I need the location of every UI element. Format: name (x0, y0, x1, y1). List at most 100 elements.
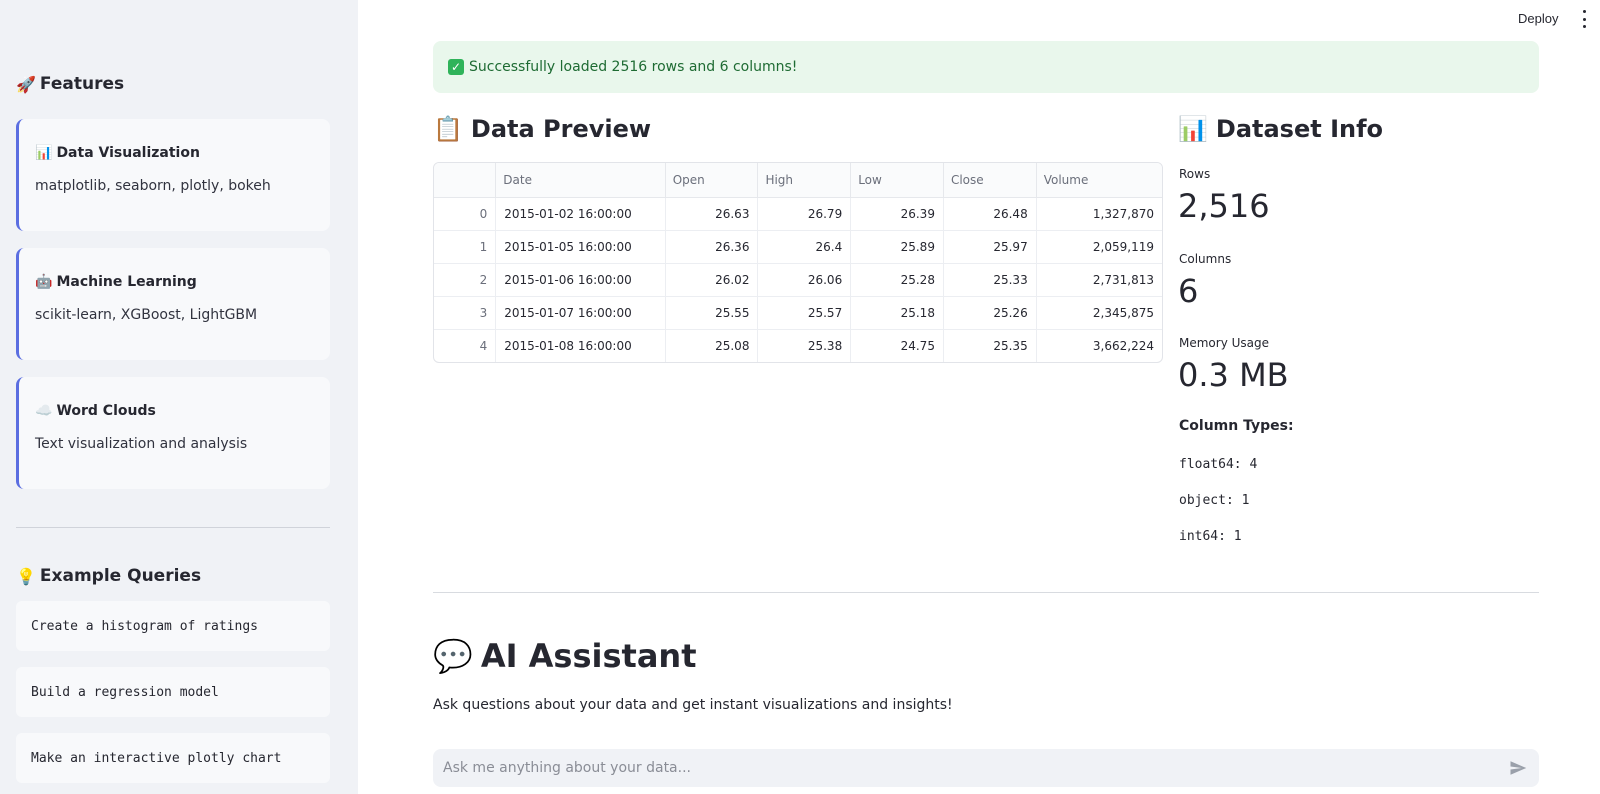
feature-desc: Text visualization and analysis (35, 436, 248, 452)
table-cell[interactable]: 25.33 (943, 263, 1037, 297)
table-cell[interactable]: 26.39 (850, 197, 944, 231)
table-cell[interactable]: 25.26 (943, 296, 1037, 330)
column-header[interactable]: Low (850, 163, 944, 198)
table-row: 1 2015-01-05 16:00:00 26.36 26.4 25.89 2… (434, 230, 1162, 264)
example-query-button[interactable]: Build a regression model (16, 667, 330, 717)
dataset-info-title-label: Dataset Info (1215, 115, 1384, 143)
feature-title-label: Word Clouds (56, 403, 156, 419)
table-cell[interactable]: 1 (434, 230, 497, 264)
features-heading: 🚀 Features (16, 74, 124, 94)
main-divider (433, 592, 1539, 593)
table-cell[interactable]: 4 (434, 329, 497, 362)
ai-assistant-title: 💬 AI Assistant (433, 637, 697, 675)
features-heading-label: Features (39, 74, 125, 94)
queries-heading: 💡 Example Queries (16, 566, 201, 586)
feature-card-data-visualization: 📊 Data Visualization matplotlib, seaborn… (16, 119, 330, 231)
column-header[interactable]: Date (495, 163, 666, 198)
example-query-button[interactable]: Create a histogram of ratings (16, 601, 330, 651)
table-row: 4 2015-01-08 16:00:00 25.08 25.38 24.75 … (434, 329, 1162, 362)
feature-title: ☁️ Word Clouds (35, 403, 330, 419)
column-header[interactable]: High (757, 163, 852, 198)
feature-title: 📊 Data Visualization (35, 145, 330, 161)
send-icon[interactable] (1507, 757, 1529, 779)
data-preview-title-label: Data Preview (470, 115, 652, 143)
table-cell[interactable]: 25.35 (943, 329, 1037, 362)
feature-title: 🤖 Machine Learning (35, 274, 330, 290)
column-types-title: Column Types: (1179, 418, 1294, 434)
check-icon: ✓ (448, 59, 464, 75)
chat-input[interactable] (443, 760, 1507, 776)
robot-icon: 🤖 (35, 274, 53, 290)
column-header[interactable]: Volume (1036, 163, 1162, 198)
table-cell[interactable]: 2015-01-05 16:00:00 (495, 230, 666, 264)
column-header[interactable]: Open (665, 163, 759, 198)
table-cell[interactable]: 2,731,813 (1036, 263, 1162, 297)
table-cell[interactable]: 26.79 (757, 197, 852, 231)
sidebar-divider (16, 527, 330, 528)
metric-value-memory: 0.3 MB (1178, 356, 1289, 394)
ai-assistant-title-label: AI Assistant (480, 637, 697, 675)
clipboard-icon: 📋 (433, 115, 463, 143)
feature-card-word-clouds: ☁️ Word Clouds Text visualization and an… (16, 377, 330, 489)
feature-title-label: Machine Learning (56, 274, 197, 290)
table-row: 2 2015-01-06 16:00:00 26.02 26.06 25.28 … (434, 263, 1162, 297)
table-cell[interactable]: 26.48 (943, 197, 1037, 231)
dataset-info-title: 📊 Dataset Info (1178, 115, 1383, 143)
lightbulb-icon: 💡 (16, 566, 36, 586)
more-options-icon[interactable] (1580, 10, 1588, 28)
table-cell[interactable]: 25.18 (850, 296, 944, 330)
success-message: Successfully loaded 2516 rows and 6 colu… (469, 59, 798, 75)
speech-bubble-icon: 💬 (433, 637, 473, 675)
chat-input-container (433, 749, 1539, 787)
table-cell[interactable]: 2 (434, 263, 497, 297)
table-cell[interactable]: 25.38 (757, 329, 852, 362)
feature-desc: scikit-learn, XGBoost, LightGBM (35, 307, 258, 323)
table-cell[interactable]: 25.28 (850, 263, 944, 297)
cloud-icon: ☁️ (35, 403, 53, 419)
table-row: 0 2015-01-02 16:00:00 26.63 26.79 26.39 … (434, 197, 1162, 231)
table-cell[interactable]: 26.06 (757, 263, 852, 297)
deploy-button[interactable]: Deploy (1518, 11, 1558, 26)
feature-title-label: Data Visualization (56, 145, 200, 161)
table-cell[interactable]: 26.4 (757, 230, 852, 264)
column-type-item: float64: 4 (1179, 457, 1258, 472)
table-cell[interactable]: 2015-01-02 16:00:00 (495, 197, 666, 231)
table-cell[interactable]: 3,662,224 (1036, 329, 1162, 362)
table-cell[interactable]: 2015-01-07 16:00:00 (495, 296, 666, 330)
example-query-button[interactable]: Make an interactive plotly chart (16, 733, 330, 783)
success-alert: ✓ Successfully loaded 2516 rows and 6 co… (433, 41, 1539, 93)
table-row: 3 2015-01-07 16:00:00 25.55 25.57 25.18 … (434, 296, 1162, 330)
table-cell[interactable]: 26.36 (665, 230, 759, 264)
table-header-row: Date Open High Low Close Volume (434, 163, 1162, 198)
table-cell[interactable]: 24.75 (850, 329, 944, 362)
table-cell[interactable]: 26.02 (665, 263, 759, 297)
table-cell[interactable]: 3 (434, 296, 497, 330)
table-cell[interactable]: 2015-01-06 16:00:00 (495, 263, 666, 297)
ai-assistant-description: Ask questions about your data and get in… (433, 697, 953, 713)
table-cell[interactable]: 25.08 (665, 329, 759, 362)
data-preview-title: 📋 Data Preview (433, 115, 651, 143)
table-cell[interactable]: 25.89 (850, 230, 944, 264)
table-cell[interactable]: 2,345,875 (1036, 296, 1162, 330)
column-type-item: object: 1 (1179, 493, 1250, 508)
sidebar: 🚀 Features 📊 Data Visualization matplotl… (0, 0, 358, 794)
column-header[interactable]: Close (943, 163, 1037, 198)
metric-label-rows: Rows (1179, 167, 1211, 181)
queries-heading-label: Example Queries (39, 566, 202, 586)
table-cell[interactable]: 25.57 (757, 296, 852, 330)
table-cell[interactable]: 25.55 (665, 296, 759, 330)
table-cell[interactable]: 2015-01-08 16:00:00 (495, 329, 666, 362)
table-cell[interactable]: 1,327,870 (1036, 197, 1162, 231)
column-header[interactable] (434, 163, 497, 198)
column-type-item: int64: 1 (1179, 529, 1242, 544)
table-cell[interactable]: 26.63 (665, 197, 759, 231)
feature-card-machine-learning: 🤖 Machine Learning scikit-learn, XGBoost… (16, 248, 330, 360)
data-table[interactable]: Date Open High Low Close Volume 0 2015-0… (433, 162, 1163, 363)
table-cell[interactable]: 2,059,119 (1036, 230, 1162, 264)
metric-label-memory: Memory Usage (1179, 336, 1270, 350)
metric-value-rows: 2,516 (1178, 187, 1270, 225)
table-cell[interactable]: 0 (434, 197, 497, 231)
metric-label-columns: Columns (1179, 252, 1232, 266)
metric-value-columns: 6 (1178, 272, 1199, 310)
table-cell[interactable]: 25.97 (943, 230, 1037, 264)
